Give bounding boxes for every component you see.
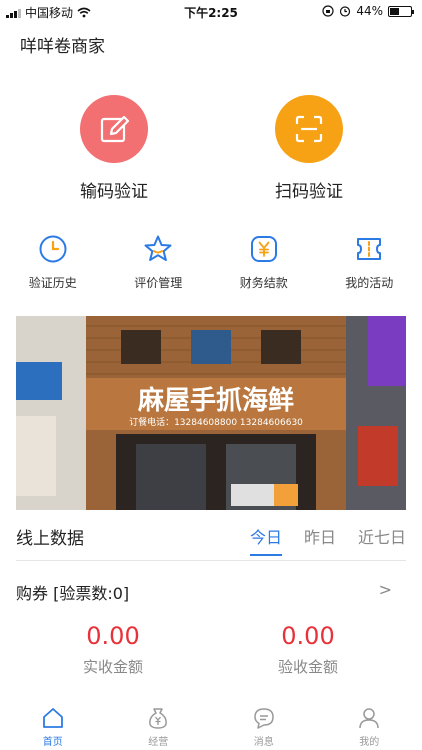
star-icon (144, 235, 172, 261)
finance-settlement-label: 财务结款 (239, 276, 288, 290)
scan-verify-button[interactable]: 扫码验证 (229, 95, 389, 202)
yen-icon (250, 236, 277, 262)
tabbar-business[interactable]: 经营 (106, 700, 212, 750)
tabbar-messages[interactable]: 消息 (211, 700, 317, 750)
tab-today[interactable]: 今日 (249, 524, 282, 556)
shop-name: 咩咩卷商家 (20, 37, 105, 57)
scan-verify-label: 扫码验证 (275, 182, 343, 202)
actual-income-value: 0.00 (86, 622, 140, 650)
code-verify-button[interactable]: 输码验证 (34, 95, 194, 202)
tabbar-mine[interactable]: 我的 (317, 700, 422, 750)
code-verify-label: 输码验证 (80, 182, 148, 202)
review-manage-button[interactable]: 评价管理 (106, 234, 212, 291)
section-divider (16, 560, 406, 561)
money-bag-icon (149, 708, 168, 729)
actual-income-caption: 实收金额 (82, 658, 143, 676)
tab-last-seven-days[interactable]: 近七日 (358, 524, 406, 556)
storefront-illustration: 麻屋手抓海鲜 订餐电话：13284608800 13284606630 (16, 316, 406, 510)
home-icon (42, 708, 63, 728)
tab-yesterday[interactable]: 昨日 (304, 524, 336, 556)
coupon-row[interactable]: 购券 [验票数:0] > (16, 580, 406, 604)
verified-amount-value: 0.00 (281, 622, 335, 650)
finance-settlement-button[interactable]: 财务结款 (211, 234, 317, 291)
user-icon (359, 708, 379, 729)
store-banner-image[interactable]: 麻屋手抓海鲜 订餐电话：13284608800 13284606630 (16, 316, 406, 510)
verify-history-button[interactable]: 验证历史 (0, 234, 106, 291)
scan-icon (295, 115, 323, 143)
verify-history-label: 验证历史 (28, 276, 77, 290)
tabbar-home[interactable]: 首页 (0, 700, 106, 750)
message-icon (254, 708, 274, 729)
ticket-icon (357, 238, 382, 260)
clock-icon (39, 235, 67, 263)
my-activities-button[interactable]: 我的活动 (317, 234, 422, 291)
tabbar-mine-label: 我的 (359, 737, 380, 748)
rotation-lock-icon (322, 5, 334, 17)
bottom-tab-bar: 首页 经营 消息 我的 (0, 700, 422, 750)
tabbar-home-label: 首页 (42, 737, 63, 748)
battery-icon (388, 5, 414, 17)
store-phone-text: 订餐电话：13284608800 13284606630 (129, 416, 303, 428)
online-data-title: 线上数据 (16, 529, 84, 549)
verified-amount-stat: 0.00 验收金额 (208, 622, 408, 677)
tabbar-messages-label: 消息 (253, 737, 274, 748)
alarm-icon (340, 6, 351, 17)
edit-icon (100, 115, 130, 143)
status-bar: 中国移动 下午2:25 44% (0, 0, 422, 22)
quick-actions: 验证历史 评价管理 财务结款 我的活动 (0, 234, 422, 291)
chevron-right-icon: > (378, 580, 392, 599)
verified-amount-caption: 验收金额 (277, 658, 338, 676)
review-manage-label: 评价管理 (134, 276, 183, 290)
coupon-label: 购券 [验票数:0] (16, 584, 130, 603)
my-activities-label: 我的活动 (345, 276, 394, 290)
date-range-tabs: 今日 昨日 近七日 (249, 524, 406, 556)
battery-percent: 44% (356, 4, 383, 18)
tabbar-business-label: 经营 (148, 737, 169, 748)
actual-income-stat: 0.00 实收金额 (13, 622, 213, 677)
store-sign-text: 麻屋手抓海鲜 (137, 386, 294, 416)
